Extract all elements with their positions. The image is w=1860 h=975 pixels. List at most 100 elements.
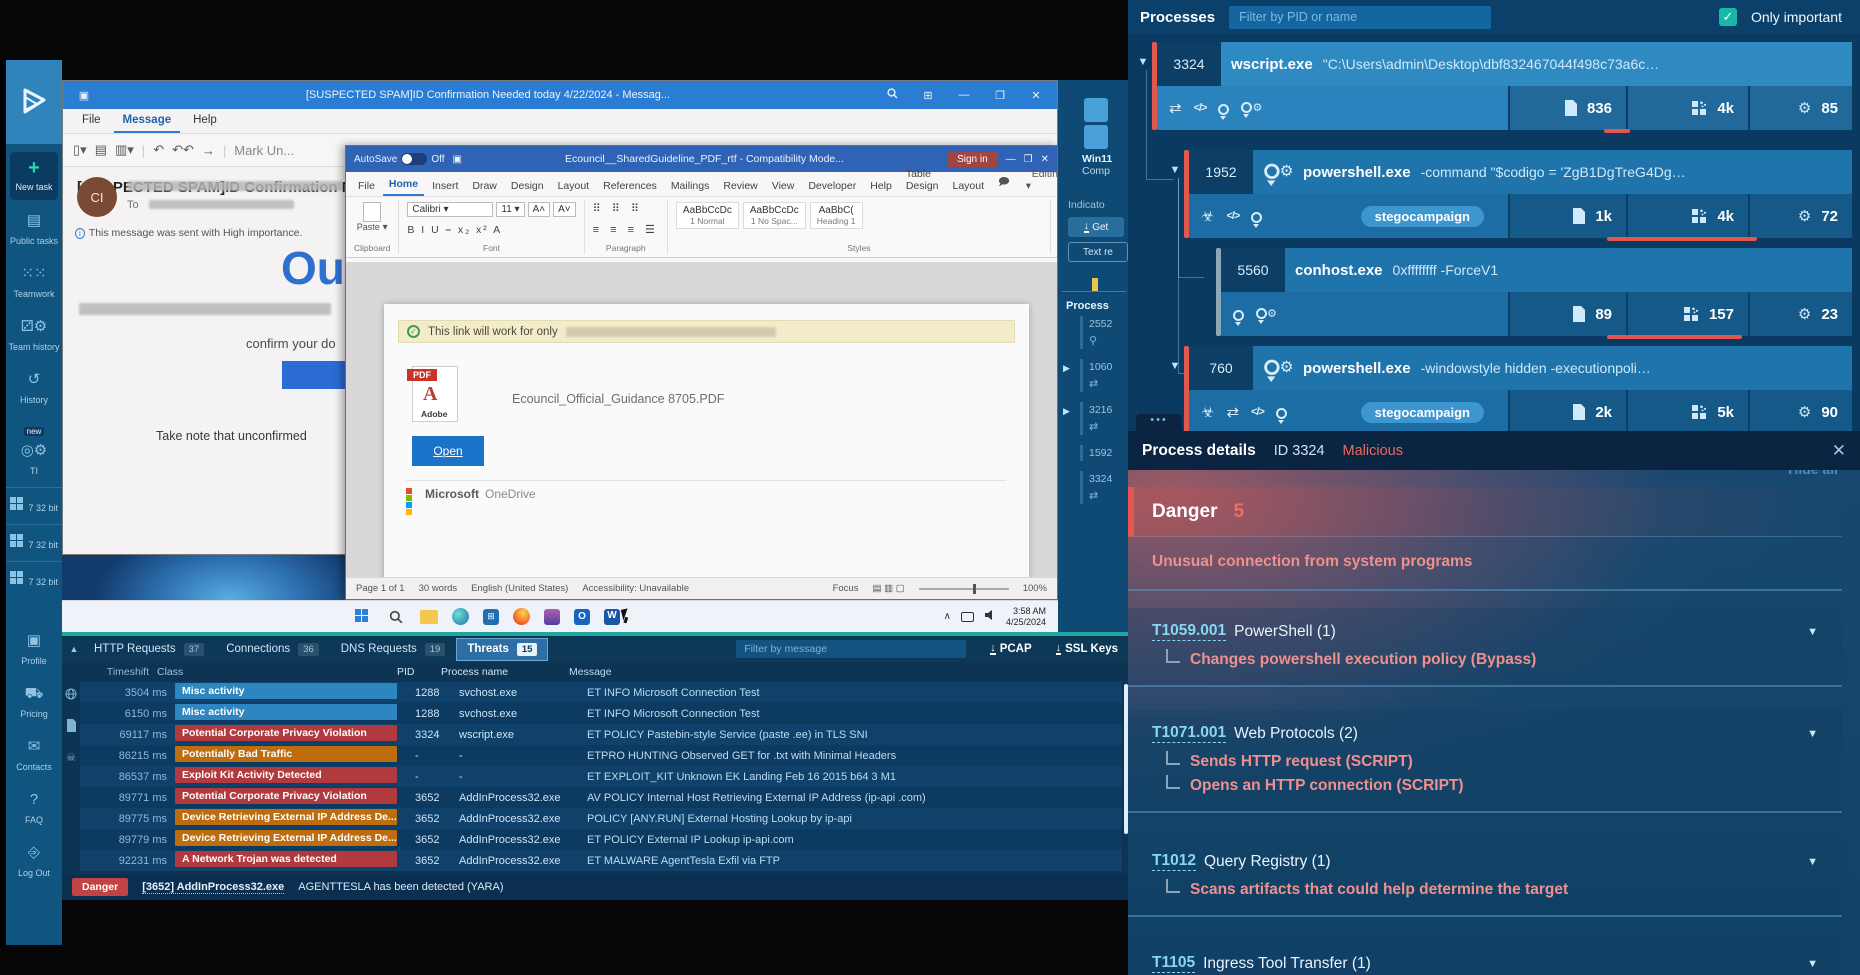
archive-icon[interactable]: ▤	[95, 142, 107, 158]
menu-message[interactable]: Message	[114, 111, 181, 133]
language-indicator[interactable]: English (United States)	[471, 583, 568, 594]
search-icon[interactable]	[386, 607, 406, 627]
font-format-buttons[interactable]: B I U ⎯ x₂ x² A	[407, 224, 575, 237]
sidebar-item-vm-3[interactable]: 7 32 bit	[6, 561, 62, 598]
files-counter[interactable]: 89	[1508, 292, 1626, 336]
open-pdf-button[interactable]: Open	[412, 436, 484, 466]
get-sample-button[interactable]: ↓Get	[1068, 217, 1124, 237]
pcap-download-button[interactable]: ↓PCAP	[990, 643, 1031, 655]
edge-browser-icon[interactable]	[452, 608, 469, 625]
menu-help[interactable]: Help	[184, 111, 226, 133]
tab-help[interactable]: Help	[864, 176, 898, 196]
sidebar-item-ti[interactable]: new ◎⚙ TI	[6, 416, 62, 487]
new-task-button[interactable]: + New task	[10, 152, 58, 200]
search-icon[interactable]	[879, 88, 905, 102]
view-mode-icons[interactable]: ▤ ▥ ▢	[872, 583, 904, 594]
font-name-select[interactable]: Calibri ▾	[407, 202, 493, 217]
comment-icon[interactable]: 🗩	[992, 170, 1016, 196]
modules-counter[interactable]: 5k	[1626, 390, 1748, 434]
document-page[interactable]: ✓ This link will work for only PDF A Ado…	[384, 304, 1029, 577]
mini-process-row[interactable]: ▶ 1060⇄	[1080, 359, 1128, 392]
tab-file[interactable]: File	[352, 176, 381, 196]
stegocampaign-tag[interactable]: stegocampaign	[1361, 402, 1484, 423]
tab-mailings[interactable]: Mailings	[665, 176, 716, 196]
registry-counter[interactable]: ⚙ 90	[1748, 390, 1852, 434]
threat-row[interactable]: 86215 ms Potentially Bad Traffic - - ETP…	[80, 745, 1122, 766]
winrar-icon[interactable]	[544, 609, 560, 625]
files-counter[interactable]: 836	[1508, 86, 1626, 130]
sidebar-item-pricing[interactable]: ⛟ Pricing	[6, 677, 62, 730]
tab-home[interactable]: Home	[383, 174, 424, 196]
process-row-conhost[interactable]: 5560 conhost.exe 0xffffffff -ForceV1 ⚙ 8…	[1128, 248, 1852, 336]
technique-detail[interactable]: Changes powershell execution policy (Byp…	[1166, 651, 1818, 669]
word-count[interactable]: 30 words	[419, 583, 458, 594]
list-buttons[interactable]: ⠿ ⠿ ⠿	[593, 202, 659, 215]
threat-row[interactable]: 6150 ms Misc activity 1288 svchost.exe E…	[80, 703, 1122, 724]
threat-row[interactable]: 69117 ms Potential Corporate Privacy Vio…	[80, 724, 1122, 745]
tab-design[interactable]: Design	[505, 176, 550, 196]
process-row-powershell-1952[interactable]: ▼ 1952 ⚙ powershell.exe -command "$codig…	[1128, 150, 1852, 238]
technique-link[interactable]: T1059.001	[1152, 622, 1226, 641]
modules-counter[interactable]: 157	[1626, 292, 1748, 336]
files-counter[interactable]: 2k	[1508, 390, 1626, 434]
mini-process-row[interactable]: 3324⇄	[1080, 471, 1128, 504]
tab-table-design[interactable]: Table Design	[900, 164, 945, 196]
mark-unread-button[interactable]: Mark Un...	[234, 143, 294, 158]
process-row-wscript[interactable]: ▼ 3324 wscript.exe "C:\Users\admin\Deskt…	[1128, 42, 1852, 130]
sidebar-item-history[interactable]: ↺ History	[6, 363, 62, 416]
tab-review[interactable]: Review	[717, 176, 763, 196]
sidebar-item-vm-2[interactable]: 7 32 bit	[6, 524, 62, 561]
technique-link[interactable]: T1012	[1152, 852, 1196, 871]
speaker-icon[interactable]	[984, 608, 996, 626]
collapse-chevron-icon[interactable]: ▼	[1134, 42, 1152, 130]
close-icon[interactable]: ✕	[1832, 441, 1846, 461]
tab-threats[interactable]: Threats15	[457, 639, 547, 660]
maximize-button[interactable]: ❐	[1024, 154, 1033, 165]
collapse-chevron-icon[interactable]: ▼	[1166, 150, 1184, 238]
chevron-down-icon[interactable]: ▼	[1807, 856, 1818, 868]
technique-detail[interactable]: Scans artifacts that could help determin…	[1166, 881, 1818, 899]
paste-icon[interactable]	[363, 202, 381, 222]
forward-icon[interactable]: →	[202, 143, 215, 158]
tab-layout[interactable]: Layout	[552, 176, 596, 196]
word-icon[interactable]: W	[604, 609, 620, 625]
danger-section-header[interactable]: Danger 5	[1128, 487, 1842, 537]
windows-taskbar[interactable]: ⊞ O W ∧ 3:58 AM 4/25/2024	[62, 600, 1058, 632]
outlook-titlebar[interactable]: ▣ [SUSPECTED SPAM]ID Confirmation Needed…	[63, 81, 1057, 109]
minimize-button[interactable]: —	[951, 89, 977, 101]
style-heading1[interactable]: AaBbC(Heading 1	[810, 202, 863, 229]
sidebar-item-teamwork[interactable]: ⁙⁙ Teamwork	[6, 257, 62, 310]
globe-icon[interactable]	[65, 688, 77, 703]
align-buttons[interactable]: ≡ ≡ ≡ ☰	[593, 223, 659, 236]
tab-references[interactable]: References	[597, 176, 663, 196]
minimize-button[interactable]: —	[1006, 154, 1016, 165]
chevron-down-icon[interactable]: ▼	[1807, 728, 1818, 740]
style-no-spacing[interactable]: AaBbCcDc1 No Spac...	[743, 202, 806, 229]
font-size-select[interactable]: 11 ▾	[496, 202, 524, 217]
task-timeline[interactable]	[1062, 278, 1126, 292]
microsoft-store-icon[interactable]: ⊞	[483, 609, 499, 625]
reply-icon[interactable]: ↶	[153, 142, 164, 158]
save-icon[interactable]: ▣	[453, 154, 462, 165]
threat-filter-input[interactable]	[736, 640, 966, 658]
technique-link[interactable]: T1105	[1152, 954, 1195, 973]
outlook-icon[interactable]: O	[574, 609, 590, 625]
pdf-file-icon[interactable]: PDF A Adobe	[412, 366, 458, 422]
accessibility-status[interactable]: Accessibility: Unavailable	[582, 583, 689, 594]
zoom-level[interactable]: 100%	[1023, 583, 1047, 594]
sidebar-item-profile[interactable]: ▣ Profile	[6, 624, 62, 677]
sandbox-vm-screen[interactable]: ▣ [SUSPECTED SPAM]ID Confirmation Needed…	[62, 80, 1058, 632]
mini-process-row[interactable]: 2552⚲	[1080, 316, 1128, 349]
files-counter[interactable]: 1k	[1508, 194, 1626, 238]
focus-button[interactable]: Focus	[833, 583, 859, 594]
word-document-area[interactable]: ✓ This link will work for only PDF A Ado…	[346, 262, 1057, 577]
registry-counter[interactable]: ⚙ 23	[1748, 292, 1852, 336]
start-button[interactable]	[352, 607, 372, 627]
network-tray-icon[interactable]	[961, 612, 974, 622]
threat-row[interactable]: 92231 ms A Network Trojan was detected 3…	[80, 850, 1122, 871]
tab-http-requests[interactable]: HTTP Requests37	[84, 639, 214, 660]
tab-insert[interactable]: Insert	[426, 176, 464, 196]
shrink-font-icon[interactable]: A˅	[553, 202, 576, 217]
chevron-down-icon[interactable]: ▼	[1807, 626, 1818, 638]
zoom-slider[interactable]	[919, 588, 1009, 590]
